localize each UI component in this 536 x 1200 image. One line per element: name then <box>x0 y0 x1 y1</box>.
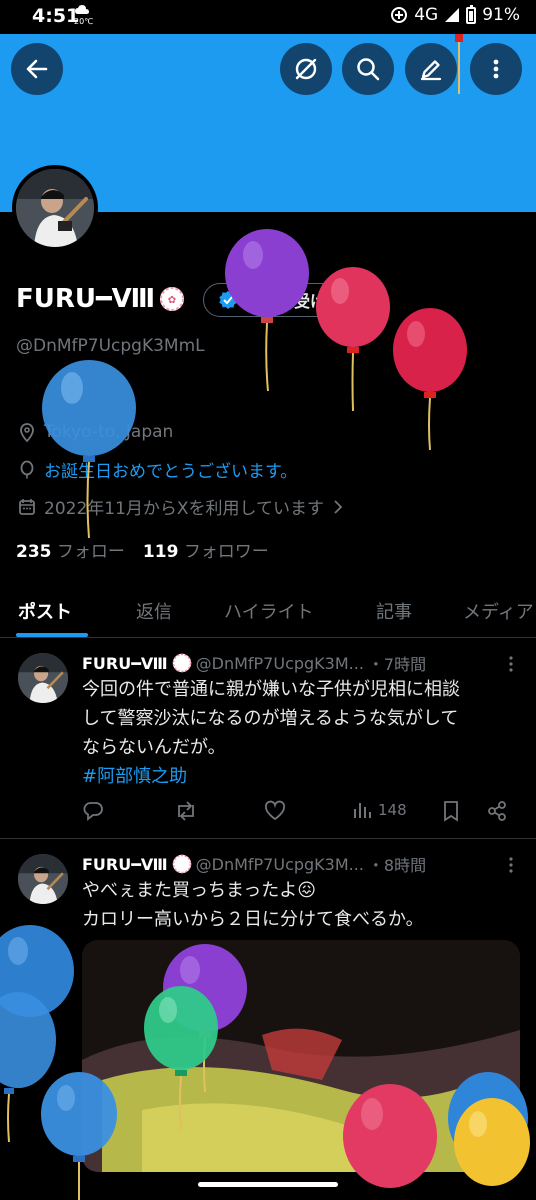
followers-link[interactable]: 119 フォロワー <box>143 537 269 562</box>
share-button[interactable] <box>486 800 508 822</box>
active-tab-indicator <box>16 633 88 637</box>
calendar-icon <box>19 498 35 515</box>
avatar-image <box>18 854 68 904</box>
post-avatar[interactable] <box>18 854 68 904</box>
back-arrow-icon <box>26 59 48 79</box>
post-hashtag[interactable]: #阿部慎之助 <box>82 762 522 791</box>
sakura-emoji-icon <box>172 653 191 673</box>
back-button[interactable] <box>11 43 63 95</box>
more-vertical-icon[interactable] <box>506 655 516 673</box>
share-icon <box>488 801 506 821</box>
tab-replies[interactable]: 返信 <box>136 598 172 624</box>
analytics-icon <box>354 803 371 818</box>
post-line: して警察沙汰になるのが増えるような気がして <box>82 708 459 729</box>
search-button[interactable] <box>342 43 394 95</box>
data-saver-icon <box>391 7 408 23</box>
bookmark-button[interactable] <box>442 800 460 822</box>
following-count: 235 <box>16 542 52 562</box>
balloon-blue <box>41 1072 117 1200</box>
edit-button[interactable] <box>405 43 457 95</box>
balloon-blue <box>42 360 136 539</box>
post-line: やべぇまた買っちまったよ😖 <box>82 880 317 901</box>
follow-stats: 235 フォロー 119 フォロワー <box>16 537 269 562</box>
balloon-string <box>455 34 463 94</box>
pencil-icon <box>420 60 442 81</box>
tab-media[interactable]: メディア <box>463 598 534 624</box>
post-actions: 148 <box>82 800 522 828</box>
sakura-emoji-icon <box>172 854 191 874</box>
display-name-text: FURU━Ⅷ <box>16 284 156 314</box>
post-line: 今回の件で普通に親が嫌いな子供が児相に相談 <box>82 679 460 700</box>
location-pin-icon <box>20 423 34 442</box>
following-link[interactable]: 235 フォロー <box>16 537 125 562</box>
more-vertical-icon[interactable] <box>506 856 516 874</box>
status-time: 4:51 <box>32 5 80 27</box>
tab-posts[interactable]: ポスト <box>18 598 72 624</box>
profile-avatar[interactable] <box>12 165 98 251</box>
user-handle: @DnMfP7UcpgK3MmL <box>16 336 205 356</box>
post-author-handle: @DnMfP7UcpgK3M... <box>195 653 364 673</box>
balloon-purple <box>225 229 309 392</box>
bookmark-icon <box>444 801 458 822</box>
reply-icon <box>83 802 103 821</box>
grok-button[interactable] <box>280 43 332 95</box>
post-author-name: FURU━Ⅷ <box>82 653 168 673</box>
search-icon <box>357 58 380 81</box>
battery-icon <box>466 4 477 24</box>
like-button[interactable] <box>264 800 286 822</box>
avatar-image <box>18 653 68 703</box>
post-line: ならないんだが。 <box>82 737 226 758</box>
balloon-red <box>393 308 467 451</box>
svg-text:✿: ✿ <box>168 295 176 306</box>
followers-label: フォロワー <box>183 542 269 562</box>
post-body: 今回の件で普通に親が嫌いな子供が児相に相談 して警察沙汰になるのが増えるような気… <box>82 675 522 791</box>
repost-icon <box>178 801 194 821</box>
balloon-pink <box>316 267 390 412</box>
post-header: FURU━Ⅷ @DnMfP7UcpgK3M... ・8時間 <box>82 852 522 876</box>
status-indicators: 4G 91% <box>390 4 520 25</box>
repost-button[interactable] <box>174 800 198 822</box>
sakura-emoji-icon: ✿ <box>160 287 185 311</box>
views-button[interactable]: 148 <box>352 800 407 820</box>
grok-icon <box>295 58 317 80</box>
profile-tabs: ポスト 返信 ハイライト 記事 メディア <box>0 590 536 638</box>
avatar-image <box>16 169 94 247</box>
status-temperature: 20℃ <box>74 17 94 26</box>
balloon-pink <box>343 1084 437 1188</box>
followers-count: 119 <box>142 542 179 562</box>
post-line: カロリー高いから２日に分けて食べるか。 <box>82 909 424 930</box>
network-type: 4G <box>414 5 439 25</box>
balloon-yellow <box>454 1098 530 1186</box>
tab-highlights[interactable]: ハイライト <box>224 598 314 624</box>
reply-button[interactable] <box>82 800 104 822</box>
following-label: フォロー <box>56 542 125 562</box>
post-avatar[interactable] <box>18 653 68 703</box>
more-options-button[interactable] <box>470 43 522 95</box>
heart-icon <box>264 800 286 821</box>
post-header: FURU━Ⅷ @DnMfP7UcpgK3M... ・7時間 <box>82 651 522 675</box>
post-body: やべぇまた買っちまったよ😖 カロリー高いから２日に分けて食べるか。 <box>82 876 522 934</box>
post-time: ・8時間 <box>367 856 427 875</box>
post-author-name: FURU━Ⅷ <box>82 854 168 874</box>
tab-articles[interactable]: 記事 <box>376 598 412 624</box>
weather-icon <box>75 5 89 14</box>
balloon-icon <box>20 460 34 478</box>
display-name: FURU━Ⅷ ✿ <box>16 284 185 314</box>
post-author-handle: @DnMfP7UcpgK3M... <box>195 854 364 874</box>
balloon-green <box>144 986 218 1131</box>
more-vertical-icon <box>493 59 499 79</box>
gesture-nav-bar[interactable] <box>198 1182 338 1187</box>
chevron-right-icon <box>334 499 343 514</box>
battery-percent: 91% <box>482 5 520 25</box>
post-time: ・7時間 <box>367 655 427 674</box>
signal-icon <box>445 8 460 22</box>
view-count: 148 <box>378 801 407 819</box>
status-bar: 4:51 20℃ 4G 91% <box>0 0 536 34</box>
